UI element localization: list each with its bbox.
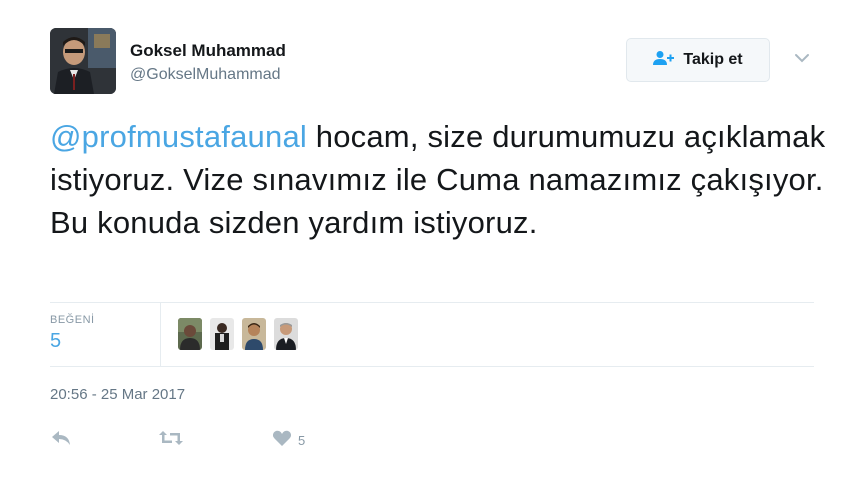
tweet-text: @profmustafaunal hocam, size durumumuzu … — [50, 115, 830, 244]
divider — [50, 366, 814, 367]
likes-count[interactable]: 5 — [50, 330, 61, 353]
chevron-down-icon[interactable] — [792, 50, 812, 66]
liker-avatar[interactable] — [210, 318, 234, 350]
likers-list — [178, 318, 298, 350]
user-avatar[interactable] — [50, 28, 116, 94]
likes-label: BEĞENİ — [50, 314, 95, 326]
stats-separator — [160, 302, 161, 366]
divider — [50, 302, 814, 303]
liker-avatar[interactable] — [242, 318, 266, 350]
liker-avatar[interactable] — [178, 318, 202, 350]
tweet-actions: 5 — [50, 428, 370, 452]
retweet-icon — [158, 429, 184, 452]
user-handle[interactable]: @GokselMuhammad — [130, 66, 281, 84]
liker-avatar[interactable] — [274, 318, 298, 350]
like-button[interactable]: 5 — [272, 428, 305, 452]
like-count: 5 — [298, 432, 306, 448]
tweet-timestamp[interactable]: 20:56 - 25 Mar 2017 — [50, 386, 185, 403]
follow-button-label: Takip et — [683, 51, 743, 68]
mention-link[interactable]: @profmustafaunal — [50, 119, 307, 154]
reply-icon — [50, 429, 72, 452]
reply-button[interactable] — [50, 428, 72, 452]
user-display-name[interactable]: Goksel Muhammad — [130, 41, 286, 61]
follow-button[interactable]: Takip et — [626, 38, 770, 82]
heart-icon — [272, 429, 292, 452]
retweet-button[interactable] — [158, 428, 184, 452]
add-user-icon — [653, 50, 675, 71]
tweet-card: Goksel Muhammad @GokselMuhammad Takip et… — [0, 0, 860, 480]
